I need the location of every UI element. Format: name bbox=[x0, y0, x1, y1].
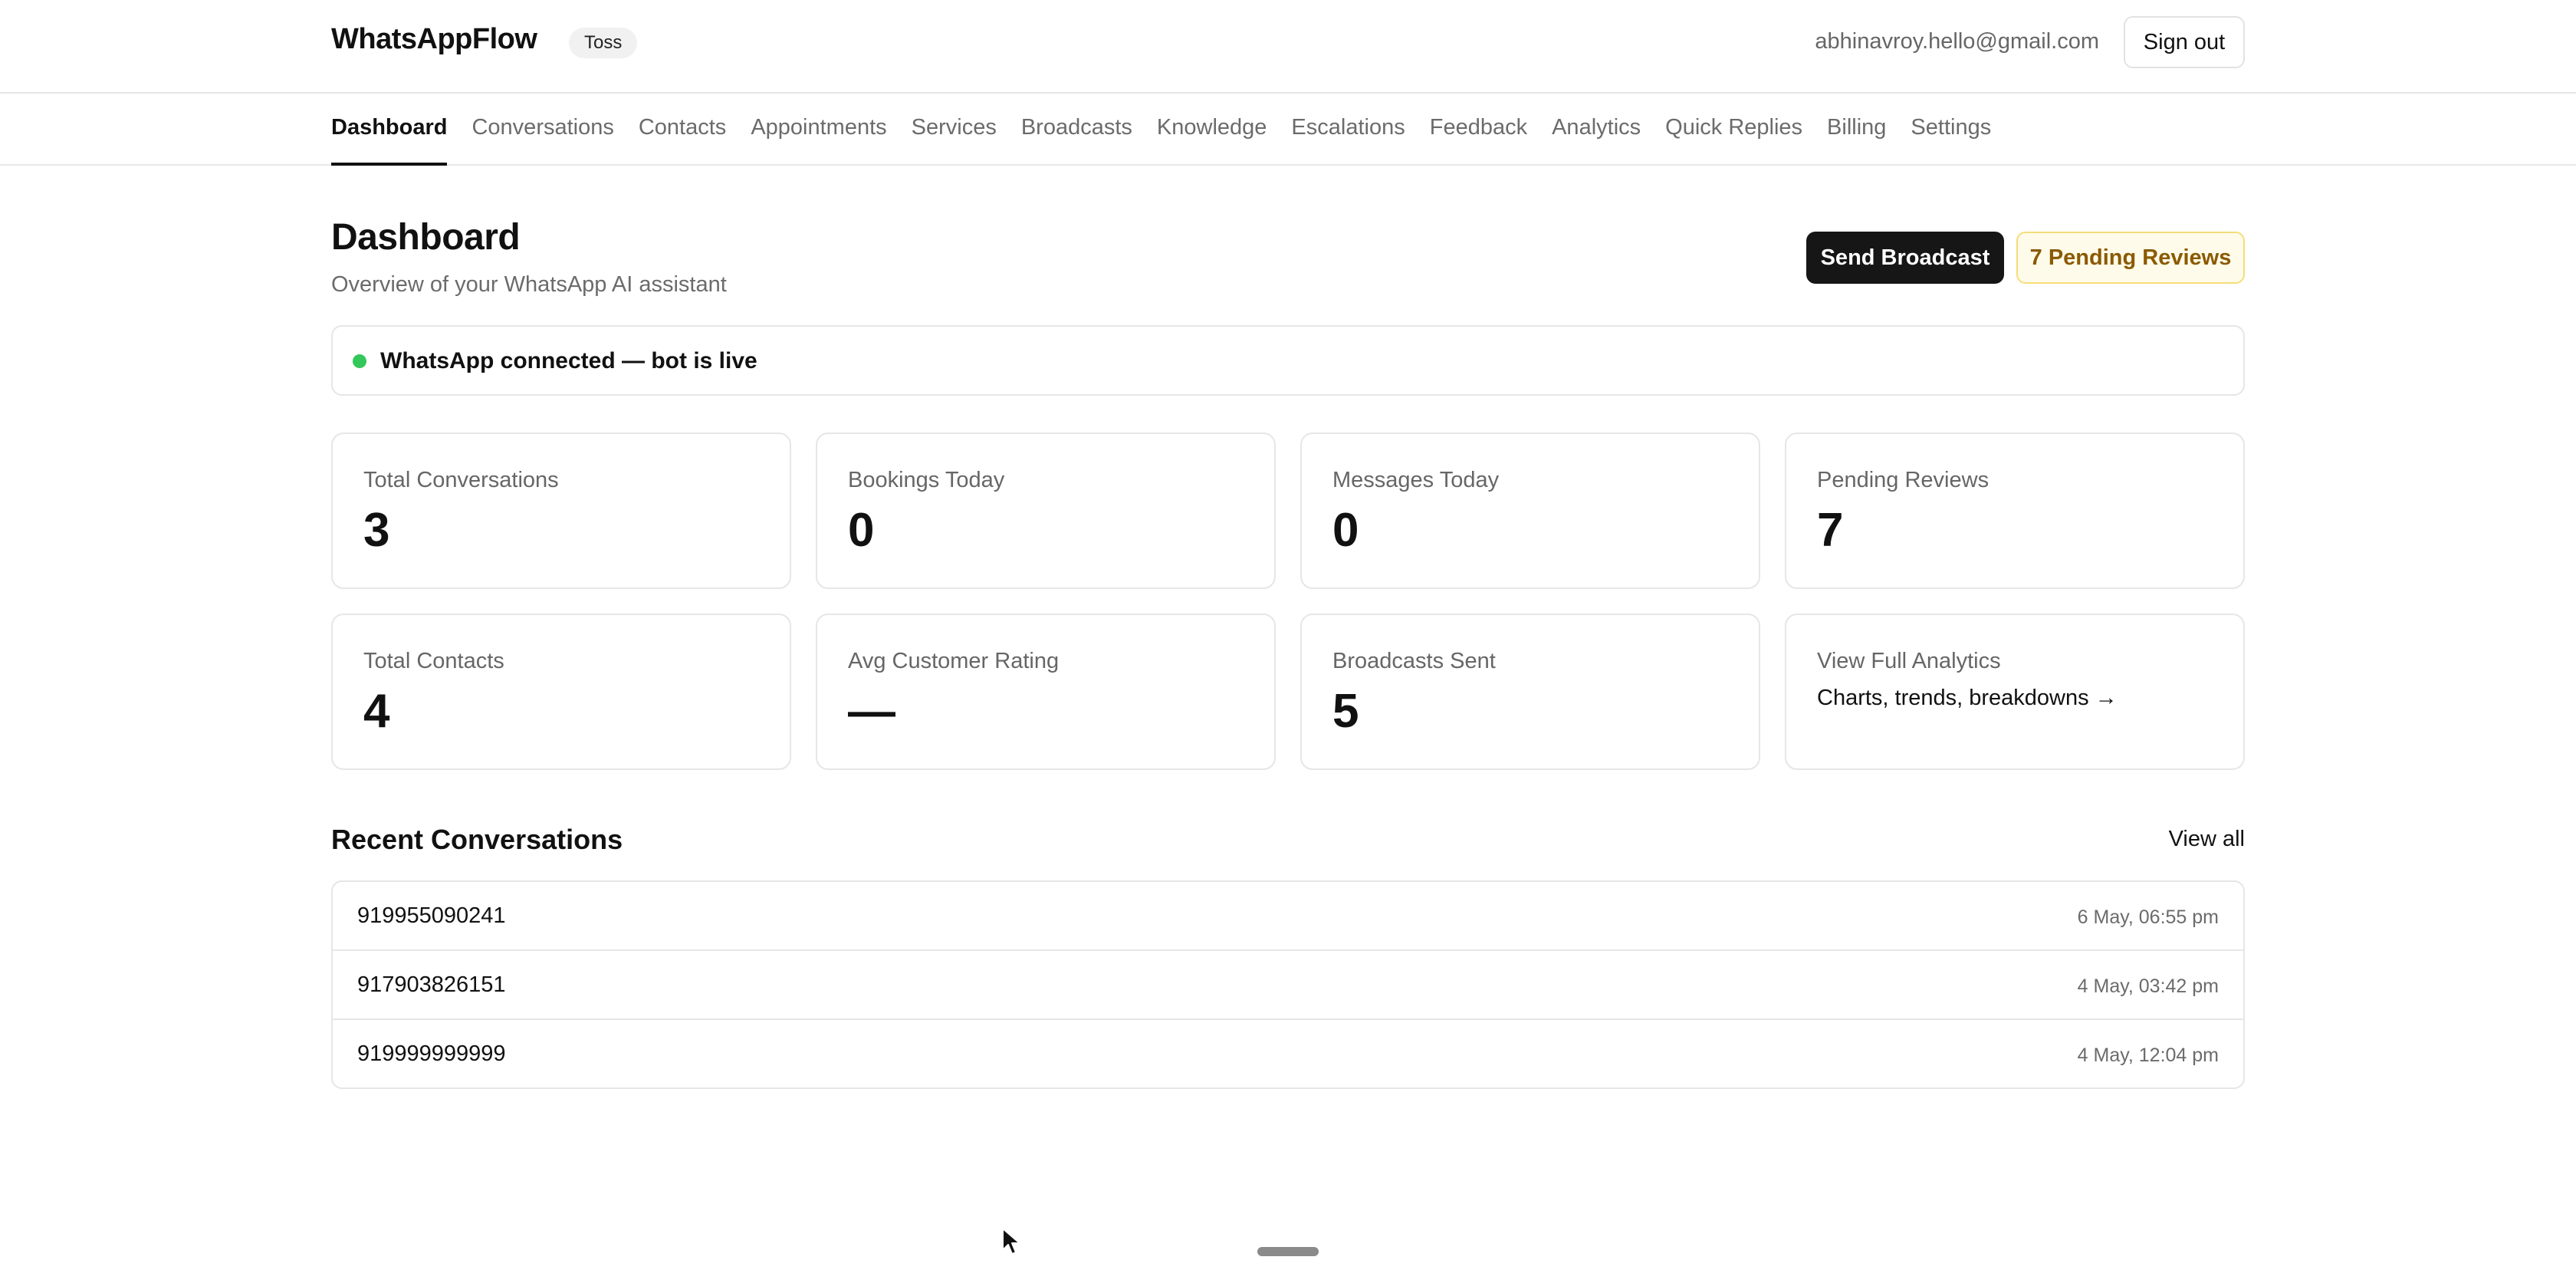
tab-conversations[interactable]: Conversations bbox=[472, 94, 613, 164]
tab-knowledge[interactable]: Knowledge bbox=[1157, 94, 1267, 164]
tab-contacts[interactable]: Contacts bbox=[639, 94, 726, 164]
conversation-phone: 919955090241 bbox=[357, 903, 506, 928]
stat-card-total-contacts: Total Contacts 4 bbox=[331, 614, 791, 770]
page-subtitle: Overview of your WhatsApp AI assistant bbox=[331, 272, 727, 297]
tab-billing[interactable]: Billing bbox=[1827, 94, 1886, 164]
page-title: Dashboard bbox=[331, 217, 521, 258]
status-dot-icon bbox=[353, 354, 366, 368]
stat-label: Pending Reviews bbox=[1817, 468, 1990, 492]
stat-value: 0 bbox=[1332, 504, 1359, 557]
stat-value: 5 bbox=[1332, 685, 1359, 738]
tab-broadcasts[interactable]: Broadcasts bbox=[1021, 94, 1132, 164]
connection-status-banner: WhatsApp connected — bot is live bbox=[331, 325, 2245, 396]
tab-appointments[interactable]: Appointments bbox=[751, 94, 886, 164]
conversation-time: 4 May, 03:42 pm bbox=[2077, 976, 2219, 997]
stat-value: — bbox=[848, 685, 895, 738]
stat-label: Broadcasts Sent bbox=[1332, 649, 1496, 673]
list-item[interactable]: 919999999999 4 May, 12:04 pm bbox=[333, 1020, 2243, 1087]
nav-tabs: Dashboard Conversations Contacts Appoint… bbox=[331, 94, 1991, 166]
stat-label: Avg Customer Rating bbox=[848, 649, 1060, 673]
stat-card-pending-reviews: Pending Reviews 7 bbox=[1785, 433, 2245, 589]
tab-quick-replies[interactable]: Quick Replies bbox=[1665, 94, 1802, 164]
conversation-time: 6 May, 06:55 pm bbox=[2077, 906, 2219, 928]
conversation-phone: 917903826151 bbox=[357, 972, 506, 997]
stat-value: 3 bbox=[363, 504, 390, 557]
stat-card-total-conversations: Total Conversations 3 bbox=[331, 433, 791, 589]
tab-analytics[interactable]: Analytics bbox=[1552, 94, 1641, 164]
recent-conversations-list: 919955090241 6 May, 06:55 pm 91790382615… bbox=[331, 880, 2245, 1089]
view-all-link[interactable]: View all bbox=[2169, 827, 2245, 852]
tab-settings[interactable]: Settings bbox=[1911, 94, 1991, 164]
status-text: WhatsApp connected — bot is live bbox=[380, 348, 757, 373]
stat-label: Total Conversations bbox=[363, 468, 559, 492]
stat-value: 0 bbox=[848, 504, 875, 557]
list-item[interactable]: 917903826151 4 May, 03:42 pm bbox=[333, 951, 2243, 1020]
stat-card-bookings-today: Bookings Today 0 bbox=[816, 433, 1276, 589]
sign-out-button[interactable]: Sign out bbox=[2124, 16, 2245, 68]
scroll-handle[interactable] bbox=[1257, 1247, 1319, 1256]
recent-conversations-title: Recent Conversations bbox=[331, 824, 623, 855]
analytics-card-link[interactable]: Charts, trends, breakdowns → bbox=[1817, 686, 2118, 711]
brand-logo[interactable]: WhatsAppFlow bbox=[331, 23, 537, 56]
tab-dashboard[interactable]: Dashboard bbox=[331, 94, 448, 166]
stat-card-avg-rating: Avg Customer Rating — bbox=[816, 614, 1276, 770]
tab-services[interactable]: Services bbox=[912, 94, 997, 164]
analytics-card-title: View Full Analytics bbox=[1817, 649, 2001, 673]
main-nav: Dashboard Conversations Contacts Appoint… bbox=[0, 94, 2576, 166]
stat-label: Messages Today bbox=[1332, 468, 1500, 492]
view-analytics-card[interactable]: View Full Analytics Charts, trends, brea… bbox=[1785, 614, 2245, 770]
mouse-cursor-icon bbox=[1002, 1228, 1020, 1255]
dashboard-page: WhatsAppFlow Toss abhinavroy.hello@gmail… bbox=[0, 0, 2576, 1270]
stat-card-messages-today: Messages Today 0 bbox=[1300, 433, 1760, 589]
stat-label: Bookings Today bbox=[848, 468, 1005, 492]
stat-value: 7 bbox=[1817, 504, 1844, 557]
pending-reviews-button[interactable]: 7 Pending Reviews bbox=[2016, 232, 2245, 284]
tab-escalations[interactable]: Escalations bbox=[1291, 94, 1405, 164]
stat-label: Total Contacts bbox=[363, 649, 504, 673]
conversation-time: 4 May, 12:04 pm bbox=[2077, 1045, 2219, 1066]
tab-feedback[interactable]: Feedback bbox=[1430, 94, 1527, 164]
conversation-phone: 919999999999 bbox=[357, 1041, 506, 1066]
list-item[interactable]: 919955090241 6 May, 06:55 pm bbox=[333, 882, 2243, 951]
org-badge: Toss bbox=[569, 28, 638, 58]
send-broadcast-button[interactable]: Send Broadcast bbox=[1806, 232, 2004, 284]
stat-card-broadcasts-sent: Broadcasts Sent 5 bbox=[1300, 614, 1760, 770]
top-header: WhatsAppFlow Toss abhinavroy.hello@gmail… bbox=[0, 0, 2576, 94]
stat-value: 4 bbox=[363, 685, 390, 738]
user-email: abhinavroy.hello@gmail.com bbox=[1815, 29, 2099, 54]
